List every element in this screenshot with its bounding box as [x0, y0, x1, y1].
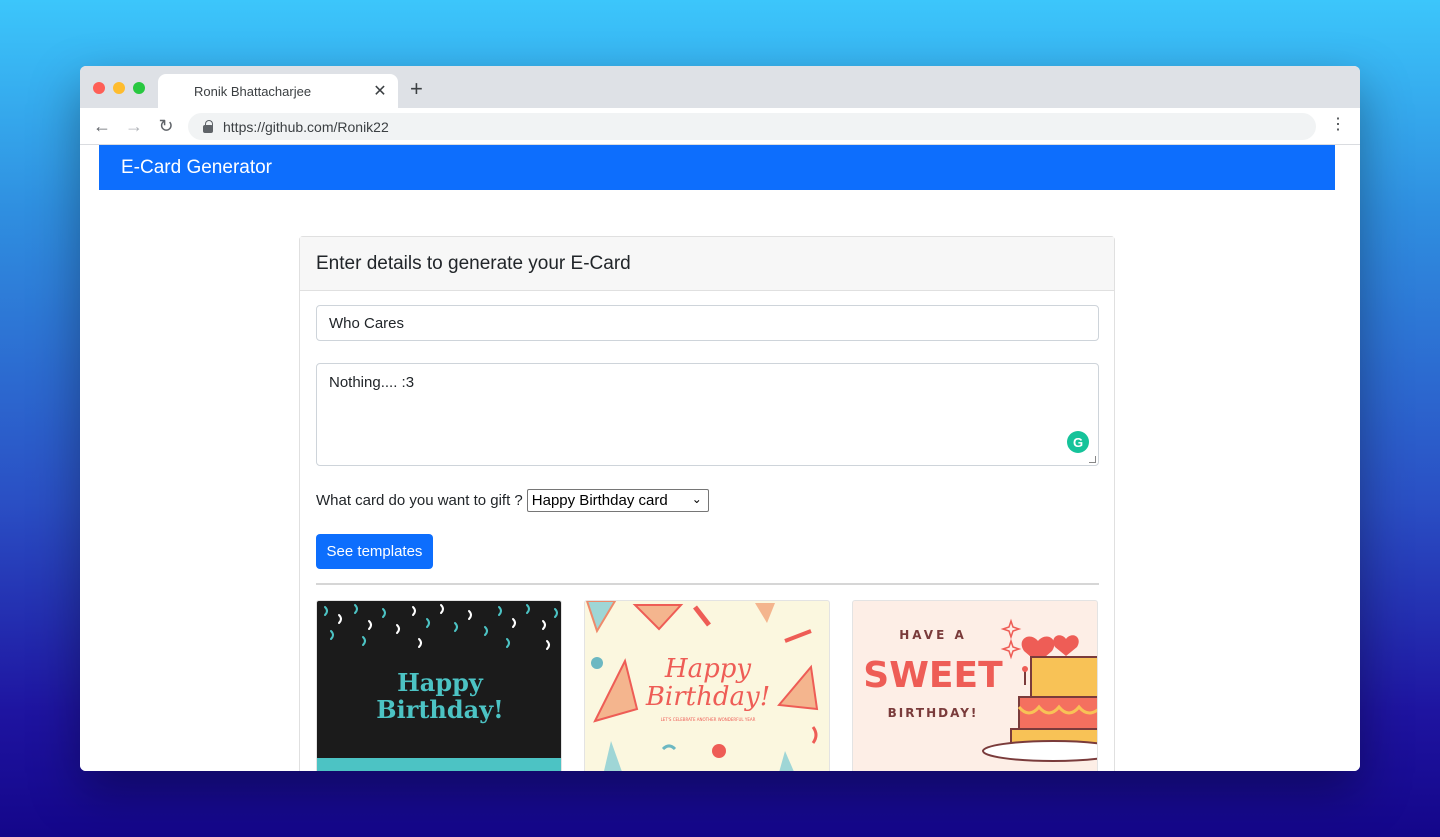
template-card-party-hats[interactable]: Happy Birthday! LET'S CELEBRATE ANOTHER …	[584, 600, 830, 771]
template-card-dark-confetti[interactable]: Happy Birthday!	[316, 600, 562, 771]
card-type-select[interactable]: Happy Birthday card ⌄	[526, 489, 709, 512]
template-2-line2: Birthday!	[645, 682, 770, 712]
maximize-window-button[interactable]	[133, 82, 145, 94]
browser-toolbar: ← → ↻ https://github.com/Ronik22 ⋮	[80, 108, 1360, 145]
template-2-line1: Happy	[664, 654, 751, 684]
message-textarea[interactable]: Nothing.... :3 G	[316, 363, 1099, 466]
template-3-line1: HAVE A	[899, 628, 966, 642]
menu-icon[interactable]: ⋮	[1330, 117, 1346, 133]
navbar-brand[interactable]: E-Card Generator	[121, 157, 272, 179]
close-window-button[interactable]	[93, 82, 105, 94]
template-1-line1: Happy	[397, 668, 484, 697]
back-arrow-icon[interactable]: ←	[86, 116, 118, 137]
card-title: Enter details to generate your E-Card	[316, 252, 631, 274]
browser-tab[interactable]: Ronik Bhattacharjee ✕	[158, 74, 398, 108]
card-header: Enter details to generate your E-Card	[300, 237, 1114, 291]
url-text: https://github.com/Ronik22	[223, 118, 389, 135]
template-2-subline: LET'S CELEBRATE ANOTHER WONDERFUL YEAR	[661, 717, 756, 722]
card-type-row: What card do you want to gift ? Happy Bi…	[316, 489, 709, 512]
template-2-art: Happy Birthday! LET'S CELEBRATE ANOTHER …	[585, 601, 819, 771]
page-content: E-Card Generator Enter details to genera…	[80, 145, 1360, 771]
message-text: Nothing.... :3	[329, 374, 415, 391]
template-1-art: Happy Birthday!	[317, 604, 561, 771]
template-1-line2: Birthday!	[376, 695, 503, 724]
ecard-form-card: Enter details to generate your E-Card Wh…	[299, 236, 1115, 771]
resize-handle-icon[interactable]	[1089, 456, 1096, 463]
chevron-down-icon: ⌄	[691, 492, 702, 506]
template-3-art: HAVE A SWEET BIRTHDAY!	[863, 618, 1097, 762]
navbar: E-Card Generator	[99, 145, 1335, 190]
tab-title: Ronik Bhattacharjee	[194, 83, 312, 99]
see-templates-button[interactable]: See templates	[316, 534, 433, 569]
close-icon[interactable]: ✕	[370, 81, 390, 101]
template-3-line3: BIRTHDAY!	[888, 706, 979, 720]
minimize-window-button[interactable]	[113, 82, 125, 94]
tab-strip: Ronik Bhattacharjee ✕ +	[80, 66, 1360, 108]
template-3-line2: SWEET	[863, 655, 1003, 696]
new-tab-button[interactable]: +	[410, 76, 423, 102]
template-card-sweet-cake[interactable]: HAVE A SWEET BIRTHDAY!	[852, 600, 1098, 771]
forward-arrow-icon[interactable]: →	[118, 116, 150, 137]
card-type-value: Happy Birthday card	[531, 492, 668, 509]
lock-icon	[203, 119, 213, 133]
address-bar[interactable]: https://github.com/Ronik22	[188, 113, 1316, 140]
reload-icon[interactable]: ↻	[150, 116, 182, 137]
card-type-label: What card do you want to gift ?	[316, 492, 523, 509]
grammarly-icon[interactable]: G	[1067, 431, 1089, 453]
name-input[interactable]: Who Cares	[316, 305, 1099, 341]
divider	[316, 583, 1099, 585]
browser-window: Ronik Bhattacharjee ✕ + ← → ↻ https://gi…	[80, 66, 1360, 771]
